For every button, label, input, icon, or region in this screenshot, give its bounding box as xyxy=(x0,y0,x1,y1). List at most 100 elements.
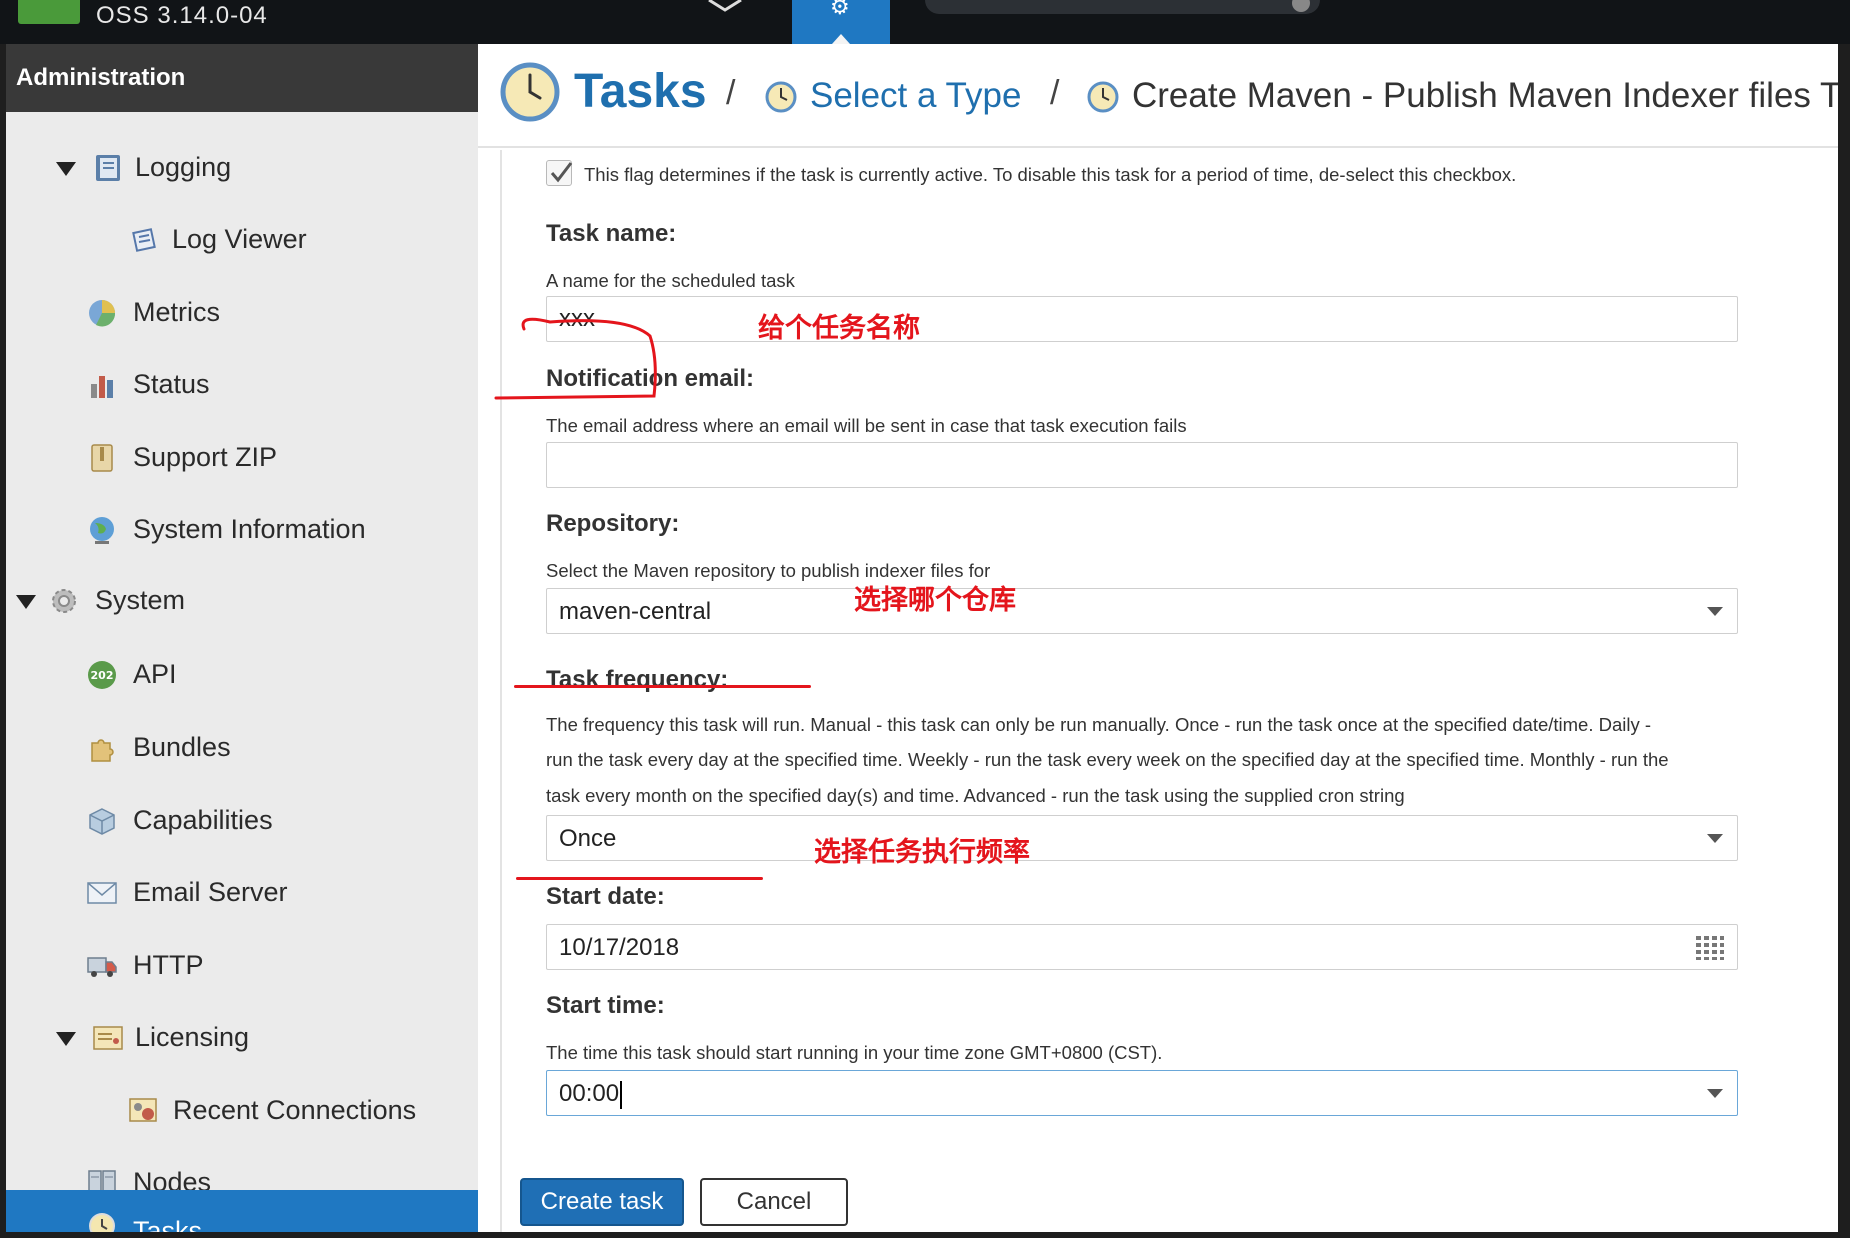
browse-mode-icon[interactable] xyxy=(700,0,750,14)
sidebar-item-label: System xyxy=(95,585,186,615)
sidebar-item-http[interactable]: HTTP xyxy=(6,938,478,994)
clock-icon xyxy=(1086,80,1120,119)
enabled-help-text: This flag determines if the task is curr… xyxy=(584,164,1517,185)
text-cursor xyxy=(620,1080,623,1109)
sidebar-item-bundles[interactable]: Bundles xyxy=(6,720,478,776)
clear-search-icon[interactable] xyxy=(1292,0,1310,12)
sidebar-item-label: Logging xyxy=(135,152,232,182)
annotation-repository-underline xyxy=(514,685,811,688)
clock-icon xyxy=(500,62,560,127)
envelope-icon xyxy=(86,877,118,909)
bar-chart-icon xyxy=(86,369,118,401)
chevron-down-icon[interactable] xyxy=(56,1032,76,1046)
sidebar-item-label: API xyxy=(133,659,177,689)
sidebar-item-support-zip[interactable]: Support ZIP xyxy=(6,430,478,486)
start-time-help: The time this task should start running … xyxy=(546,1042,1163,1063)
task-frequency-help: task every month on the specified day(s)… xyxy=(546,785,1405,806)
sidebar-item-recent-connections[interactable]: Recent Connections xyxy=(6,1083,478,1139)
annotation-task-name: 给个任务名称 xyxy=(758,313,920,343)
zip-icon xyxy=(86,442,118,474)
notification-email-label: Notification email: xyxy=(546,365,755,392)
pie-chart-icon xyxy=(86,297,118,329)
api-badge-icon: 202 xyxy=(86,659,118,691)
window-frame-bottom xyxy=(0,1232,1850,1238)
notification-email-help: The email address where an email will be… xyxy=(546,415,1187,436)
create-task-button[interactable]: Create task xyxy=(520,1178,684,1226)
enabled-checkbox[interactable] xyxy=(546,160,573,186)
admin-mode-tab[interactable]: ⚙ xyxy=(792,0,890,44)
sidebar-item-log-viewer[interactable]: Log Viewer xyxy=(6,212,478,268)
email-field[interactable] xyxy=(546,442,1738,488)
breadcrumb-tasks[interactable]: Tasks xyxy=(574,64,707,119)
sidebar-item-capabilities[interactable]: Capabilities xyxy=(6,793,478,849)
start-date-label: Start date: xyxy=(546,883,665,910)
sidebar-item-label: Email Server xyxy=(133,877,288,907)
main-panel: Tasks / Select a Type / Create Maven - P… xyxy=(478,44,1838,1232)
sidebar-item-label: System Information xyxy=(133,514,366,544)
form-scroll-area: This flag determines if the task is curr… xyxy=(500,150,1838,1232)
sidebar-item-api[interactable]: 202 API xyxy=(6,647,478,703)
breadcrumb-separator: / xyxy=(726,74,736,112)
sidebar-item-system-information[interactable]: System Information xyxy=(6,502,478,558)
breadcrumb: Tasks / Select a Type / Create Maven - P… xyxy=(478,44,1838,148)
sidebar-item-status[interactable]: Status xyxy=(6,357,478,413)
clock-icon xyxy=(86,1210,118,1232)
task-name-label: Task name: xyxy=(546,220,677,247)
calendar-icon[interactable] xyxy=(1695,935,1725,968)
book-icon xyxy=(92,152,124,184)
sidebar-item-label: Metrics xyxy=(133,297,220,327)
task-frequency-help: The frequency this task will run. Manual… xyxy=(546,714,1652,735)
task-frequency-select[interactable]: Once xyxy=(546,815,1738,861)
cancel-button[interactable]: Cancel xyxy=(700,1178,848,1226)
sidebar-item-label: Capabilities xyxy=(133,805,273,835)
scroll-icon xyxy=(128,224,160,256)
start-date-field[interactable]: 10/17/2018 xyxy=(546,924,1738,970)
repository-select[interactable]: maven-central xyxy=(546,588,1738,634)
sidebar-item-label: Support ZIP xyxy=(133,442,278,472)
sidebar-item-label: Log Viewer xyxy=(172,224,307,254)
annotation-name-stroke xyxy=(494,317,657,400)
chevron-down-icon[interactable] xyxy=(1707,1089,1723,1098)
sidebar-item-label: Tasks xyxy=(133,1216,203,1232)
start-time-field[interactable]: 00:00 xyxy=(546,1070,1738,1116)
svg-text:202: 202 xyxy=(91,669,114,682)
task-name-help: A name for the scheduled task xyxy=(546,270,795,291)
truck-icon xyxy=(86,950,118,982)
nexus-logo[interactable] xyxy=(18,0,80,24)
sidebar-item-label: Recent Connections xyxy=(173,1095,417,1125)
chevron-down-icon[interactable] xyxy=(56,162,76,176)
sidebar-item-label: Licensing xyxy=(135,1022,250,1052)
globe-icon xyxy=(86,514,118,546)
active-tab-caret xyxy=(832,34,850,44)
annotation-frequency-underline xyxy=(516,877,763,880)
chevron-down-icon[interactable] xyxy=(1707,834,1723,843)
sidebar-item-system[interactable]: System xyxy=(6,573,478,629)
window-frame-right xyxy=(1838,44,1850,1238)
sidebar: Administration Logging Log Viewer Metric… xyxy=(6,44,478,1232)
sidebar-item-metrics[interactable]: Metrics xyxy=(6,285,478,341)
annotation-frequency: 选择任务执行频率 xyxy=(814,837,1030,867)
breadcrumb-current-page: Create Maven - Publish Maven Indexer fil… xyxy=(1132,76,1838,115)
task-name-input[interactable] xyxy=(546,296,1738,342)
sidebar-item-licensing[interactable]: Licensing xyxy=(6,1010,478,1066)
task-frequency-label: Task frequency: xyxy=(546,666,729,693)
chevron-down-icon[interactable] xyxy=(16,595,36,609)
sidebar-item-label: Status xyxy=(133,369,210,399)
start-time-label: Start time: xyxy=(546,992,665,1019)
clock-icon xyxy=(764,80,798,119)
sidebar-item-label: HTTP xyxy=(133,950,204,980)
breadcrumb-separator: / xyxy=(1050,74,1060,112)
frequency-selected-value: Once xyxy=(559,825,617,852)
chevron-down-icon[interactable] xyxy=(1707,607,1723,616)
sidebar-item-tasks[interactable]: Tasks xyxy=(6,1190,478,1232)
breadcrumb-select-type[interactable]: Select a Type xyxy=(810,76,1021,116)
sidebar-item-email-server[interactable]: Email Server xyxy=(6,865,478,921)
gear-icon: ⚙ xyxy=(830,0,850,19)
search-input[interactable] xyxy=(925,0,1320,14)
id-card-icon xyxy=(128,1095,160,1127)
sidebar-header: Administration xyxy=(6,44,478,112)
sidebar-item-logging[interactable]: Logging xyxy=(6,140,478,196)
cube-icon xyxy=(86,805,118,837)
top-bar: OSS 3.14.0-04 ⚙ xyxy=(0,0,1850,44)
certificate-icon xyxy=(92,1022,124,1054)
